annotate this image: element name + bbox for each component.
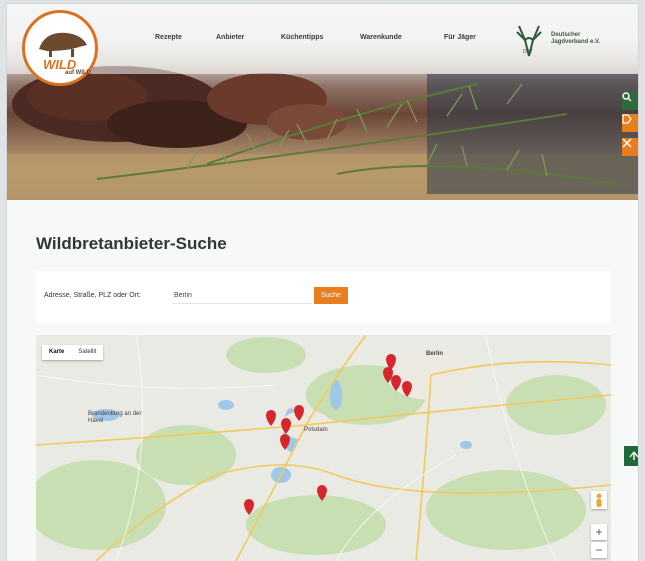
zoom-out-button[interactable]: − xyxy=(591,542,607,558)
stag-icon: DJV xyxy=(516,25,542,57)
map-label-potsdam: Potsdam xyxy=(304,427,328,433)
nav-item-rezepte[interactable]: Rezepte xyxy=(155,34,182,41)
partner-logo[interactable]: DJV Deutscher Jagdverband e.V. xyxy=(509,22,619,58)
map-view[interactable]: Karte Satellit Berlin Potsdam Brandenbur… xyxy=(36,335,611,561)
zoom-in-button[interactable]: + xyxy=(591,524,607,540)
search-icon xyxy=(622,92,632,102)
partner-badge: DJV xyxy=(523,49,533,55)
map-label-berlin: Berlin xyxy=(426,351,444,357)
street-view-pegman[interactable] xyxy=(591,491,607,509)
map-marker xyxy=(266,410,276,426)
nav-item-kuechentipps[interactable]: Küchentipps xyxy=(281,34,323,41)
nav-item-anbieter[interactable]: Anbieter xyxy=(216,34,244,41)
partner-name-line1: Deutscher xyxy=(551,32,581,38)
search-button[interactable]: Suche xyxy=(314,287,348,304)
search-label: Adresse, Straße, PLZ oder Ort: xyxy=(44,292,141,299)
hero-banner: WILD auf WILD Rezepte Anbieter Küchentip… xyxy=(7,4,638,200)
tag-icon xyxy=(622,114,632,124)
back-to-top-button[interactable] xyxy=(624,446,638,466)
side-tag-button[interactable] xyxy=(622,114,638,132)
nav-item-fuer-jaeger[interactable]: Für Jäger xyxy=(444,34,476,41)
nav-item-warenkunde[interactable]: Warenkunde xyxy=(360,34,402,41)
browser-page: WILD auf WILD Rezepte Anbieter Küchentip… xyxy=(7,4,638,561)
page-title: Wildbretanbieter-Suche xyxy=(36,234,227,253)
logo-subtext: auf WILD xyxy=(65,70,91,76)
pegman-icon xyxy=(596,493,602,507)
site-logo[interactable]: WILD auf WILD xyxy=(22,10,98,86)
map-canvas xyxy=(36,335,611,561)
arrow-up-icon xyxy=(629,451,638,460)
side-tools-button[interactable] xyxy=(622,138,638,156)
map-type-switch: Karte Satellit xyxy=(42,345,104,360)
side-search-button[interactable] xyxy=(622,92,638,110)
tools-icon xyxy=(622,138,632,148)
boar-icon xyxy=(39,32,87,57)
tab-karte[interactable]: Karte xyxy=(42,345,71,360)
partner-name: Deutscher Jagdverband e.V. xyxy=(551,32,600,46)
address-input[interactable] xyxy=(172,287,312,304)
tab-satellit[interactable]: Satellit xyxy=(71,345,103,360)
map-label-brandenburg: Brandenburg an der Havel xyxy=(88,411,142,424)
search-form: Adresse, Straße, PLZ oder Ort: Suche xyxy=(36,271,611,323)
partner-name-line2: Jagdverband e.V. xyxy=(551,39,601,45)
